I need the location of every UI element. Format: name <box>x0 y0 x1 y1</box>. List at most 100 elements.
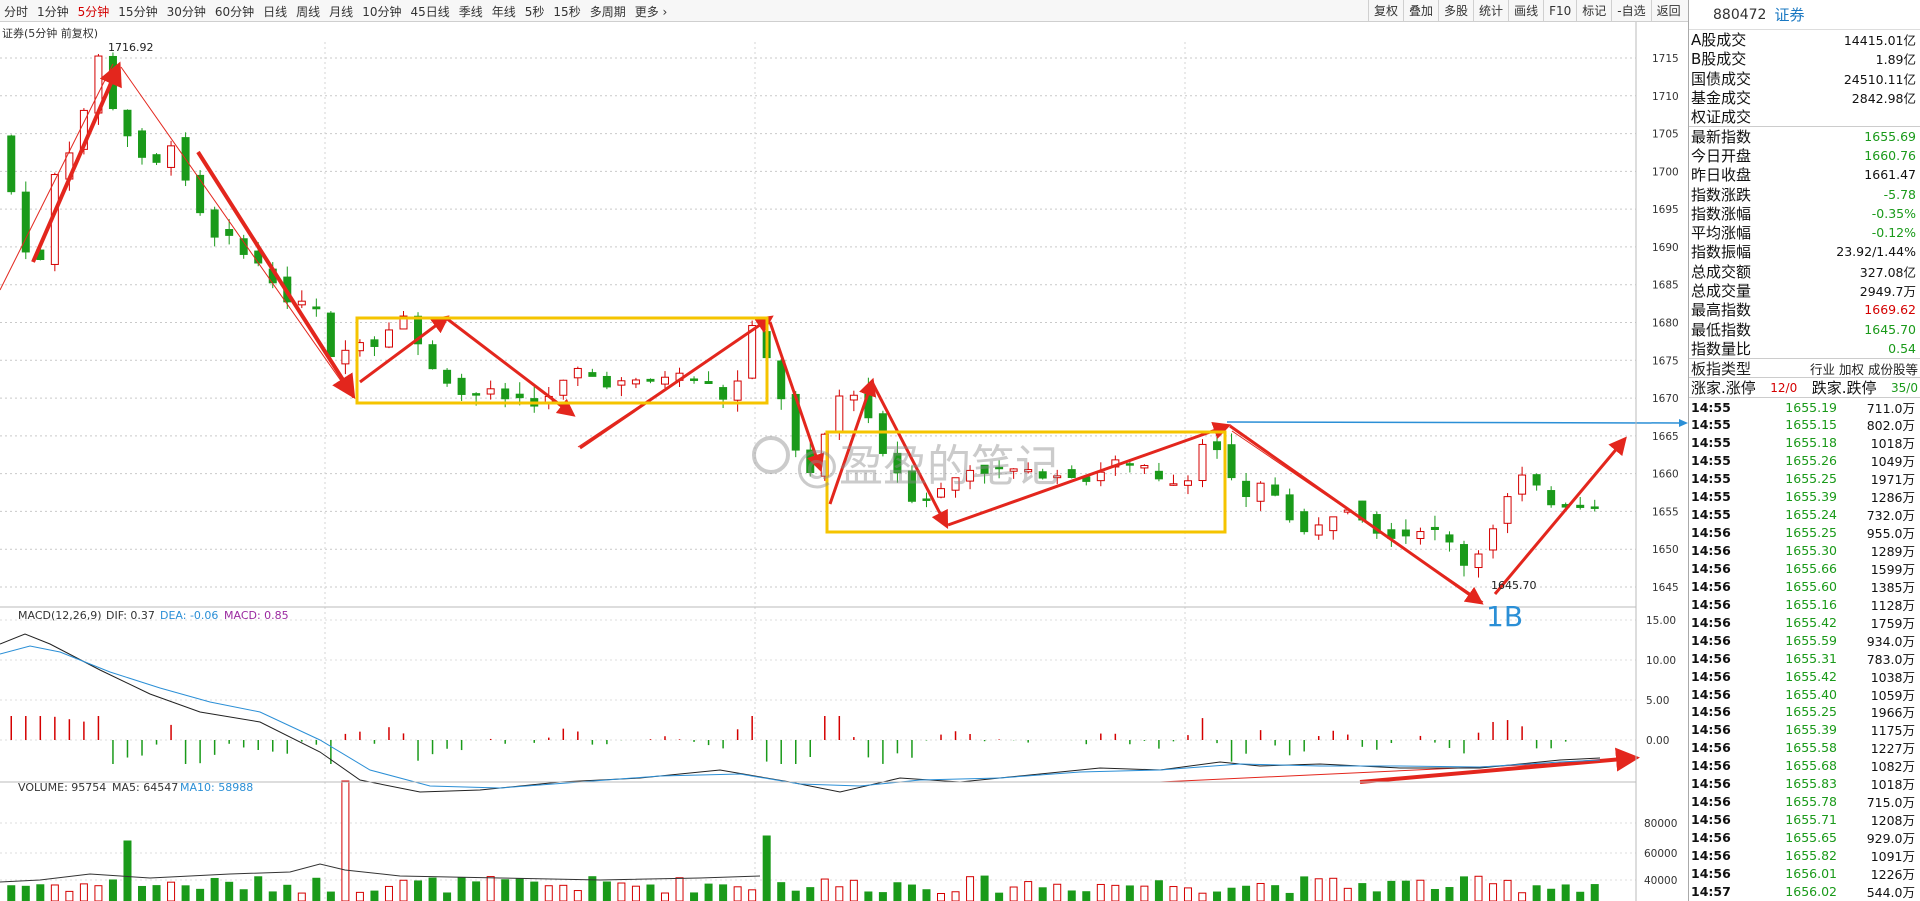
tab-timeframe[interactable]: 多周期 <box>590 3 626 20</box>
tick-row: 14:56 1655.59 934.0万 <box>1689 631 1920 649</box>
candle-body <box>370 339 379 347</box>
candle-body <box>443 369 452 384</box>
tool-button[interactable]: 标记 <box>1576 0 1611 22</box>
candle-body <box>341 349 350 365</box>
volume-bar <box>1576 891 1585 901</box>
volume-bar <box>1154 880 1163 901</box>
candle-body <box>1329 516 1338 532</box>
tool-button[interactable]: -自选 <box>1611 0 1650 22</box>
index-name[interactable]: 证券 <box>1774 4 1804 25</box>
tick-list: 14:55 1655.19 711.0万 14:55 1655.15 802.0万 14:5… <box>1689 398 1920 900</box>
price-tick: 1695 <box>1652 204 1679 216</box>
volume-bar <box>573 890 582 901</box>
tool-button[interactable]: 叠加 <box>1403 0 1438 22</box>
candle-body <box>297 300 306 306</box>
stat-label: 权证成交 <box>1691 108 1752 127</box>
candle-body <box>1227 444 1236 479</box>
annotation-1b: 1B <box>1486 600 1523 633</box>
tool-button[interactable]: 画线 <box>1508 0 1543 22</box>
tab-timeframe[interactable]: 分时 <box>4 3 28 20</box>
price-tick: 1665 <box>1652 431 1679 443</box>
tick-volume: 711.0万 <box>1866 400 1915 416</box>
volume-bar <box>617 882 626 901</box>
tool-button[interactable]: F10 <box>1543 0 1576 22</box>
candle-body <box>1169 483 1178 486</box>
candle-body <box>1300 511 1309 533</box>
tick-volume: 544.0万 <box>1866 884 1915 900</box>
candle-body <box>1547 490 1556 506</box>
tool-button[interactable]: 返回 <box>1650 0 1686 22</box>
tab-timeframe[interactable]: 5秒 <box>525 3 545 20</box>
stat-value: 14415.01亿 <box>1843 33 1916 49</box>
tick-price: 1655.78 <box>1785 794 1837 810</box>
volume-bar <box>559 884 568 901</box>
tick-price: 1655.15 <box>1785 417 1837 433</box>
tick-price: 1655.40 <box>1785 686 1837 702</box>
toolbar: 分时 1分钟 5分钟 15分钟 30分钟 60分钟 日线 周线 月线 10分钟 45日线 季线 年线 5秒… <box>0 0 1688 22</box>
volume-bar <box>21 885 30 901</box>
volume-bar <box>486 876 495 901</box>
tab-timeframe[interactable]: 10分钟 <box>362 3 401 20</box>
tick-volume: 1018万 <box>1870 777 1915 793</box>
stat-row: A股成交 14415.01亿 <box>1689 30 1920 49</box>
tick-time: 14:55 <box>1691 489 1731 505</box>
volume-bar <box>849 879 858 901</box>
tab-timeframe[interactable]: 60分钟 <box>215 3 254 20</box>
tab-timeframe[interactable]: 45日线 <box>410 3 449 20</box>
low-price-label: 1645.70 <box>1491 579 1537 592</box>
tab-timeframe[interactable]: 周线 <box>296 3 320 20</box>
volume-bar <box>36 884 45 901</box>
tick-time: 14:56 <box>1691 650 1731 666</box>
tab-timeframe[interactable]: 更多 › <box>635 3 668 20</box>
macd-dif: DIF: 0.37 <box>106 609 155 622</box>
tick-row: 14:56 1655.68 1082万 <box>1689 757 1920 775</box>
tick-row: 14:56 1655.60 1385万 <box>1689 577 1920 595</box>
stat-value: 1655.69 <box>1864 129 1916 145</box>
volume-bar <box>791 890 800 901</box>
candle-body <box>7 135 16 193</box>
tick-time: 14:56 <box>1691 560 1731 576</box>
candle-body <box>1474 553 1483 569</box>
price-tick: 1670 <box>1652 393 1679 405</box>
tab-timeframe[interactable]: 15分钟 <box>118 3 157 20</box>
tick-row: 14:56 1655.66 1599万 <box>1689 559 1920 577</box>
stat-row: 最新指数 1655.69 <box>1689 126 1920 146</box>
price-tick: 1645 <box>1652 582 1679 594</box>
stat-value: 1660.76 <box>1864 147 1916 163</box>
tab-timeframe[interactable]: 季线 <box>459 3 483 20</box>
tab-timeframe[interactable]: 5分钟 <box>78 3 110 20</box>
high-price-label: 1716.92 <box>108 41 154 54</box>
tick-price: 1655.71 <box>1785 812 1837 828</box>
tick-time: 14:56 <box>1691 865 1731 881</box>
volume-bar <box>1024 881 1033 901</box>
tab-timeframe[interactable]: 年线 <box>492 3 516 20</box>
volume-bar <box>7 885 16 901</box>
volume-bar <box>1459 876 1468 901</box>
tool-button[interactable]: 多股 <box>1438 0 1473 22</box>
candle-body <box>515 393 524 399</box>
tick-row: 14:55 1655.25 1971万 <box>1689 470 1920 488</box>
candle-body <box>1445 534 1454 543</box>
volume-bar <box>515 878 524 901</box>
tick-time: 14:56 <box>1691 668 1731 684</box>
tab-timeframe[interactable]: 月线 <box>329 3 353 20</box>
tab-timeframe[interactable]: 30分钟 <box>167 3 206 20</box>
stat-row: 权证成交 <box>1689 107 1920 126</box>
candle-body <box>1459 544 1468 566</box>
price-tick: 1675 <box>1652 355 1679 367</box>
stat-label: 指数涨跌 <box>1691 185 1752 204</box>
tick-row: 14:56 1655.16 1128万 <box>1689 595 1920 613</box>
tab-timeframe[interactable]: 15秒 <box>553 3 580 20</box>
tool-button[interactable]: 统计 <box>1473 0 1508 22</box>
tool-button[interactable]: 复权 <box>1368 0 1403 22</box>
volume-bar <box>995 892 1004 901</box>
price-tick: 1685 <box>1652 280 1679 292</box>
tab-timeframe[interactable]: 日线 <box>263 3 287 20</box>
tick-volume: 1286万 <box>1870 490 1915 506</box>
board-type-options[interactable]: 行业 加权 成份股等 <box>1810 359 1918 378</box>
stat-row: 最高指数 1669.62 <box>1689 300 1920 319</box>
volume-bar <box>907 884 916 901</box>
candle-body <box>573 367 582 379</box>
price-tick: 1655 <box>1652 506 1679 518</box>
tab-timeframe[interactable]: 1分钟 <box>37 3 69 20</box>
